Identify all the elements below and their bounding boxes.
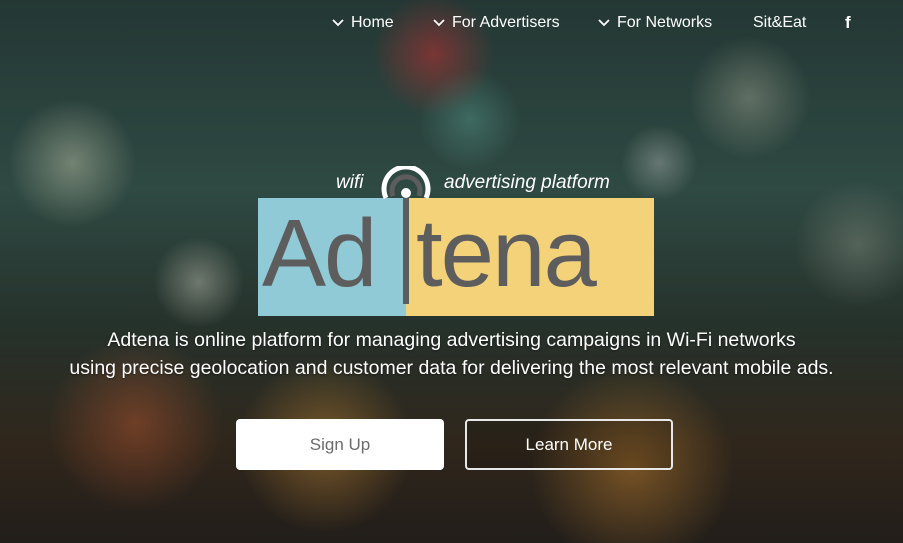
adtena-logo: wifi advertising platform Ad tena [258, 166, 654, 316]
chevron-down-icon [598, 19, 610, 27]
wifi-antenna-icon [381, 166, 431, 304]
nav-networks-label: For Networks [617, 14, 713, 31]
nav-sit-eat-label: Sit&Eat [753, 14, 807, 31]
learn-more-button[interactable]: Learn More [465, 419, 673, 470]
nav-home-label: Home [351, 14, 394, 31]
facebook-glyph: f [845, 13, 851, 32]
sign-up-button[interactable]: Sign Up [236, 419, 444, 470]
sign-up-label: Sign Up [309, 434, 371, 454]
nav-for-advertisers[interactable]: For Advertisers [433, 14, 560, 32]
hero-description-line-2: using precise geolocation and customer d… [69, 357, 834, 379]
chevron-down-icon [332, 19, 344, 27]
facebook-icon[interactable]: f [845, 13, 851, 33]
nav-home[interactable]: Home [332, 14, 394, 32]
logo-word-tena: tena [416, 200, 597, 307]
logo-word-ad: Ad [262, 200, 377, 307]
nav-sit-eat[interactable]: Sit&Eat [753, 14, 806, 32]
logo-tagline-platform: advertising platform [444, 172, 610, 193]
hero-description-line-1: Adtena is online platform for managing a… [107, 329, 796, 351]
nav-advertisers-label: For Advertisers [452, 14, 560, 31]
nav-for-networks[interactable]: For Networks [598, 14, 712, 32]
chevron-down-icon [433, 19, 445, 27]
logo-tagline-wifi: wifi [336, 172, 364, 193]
learn-more-label: Learn More [525, 434, 613, 454]
